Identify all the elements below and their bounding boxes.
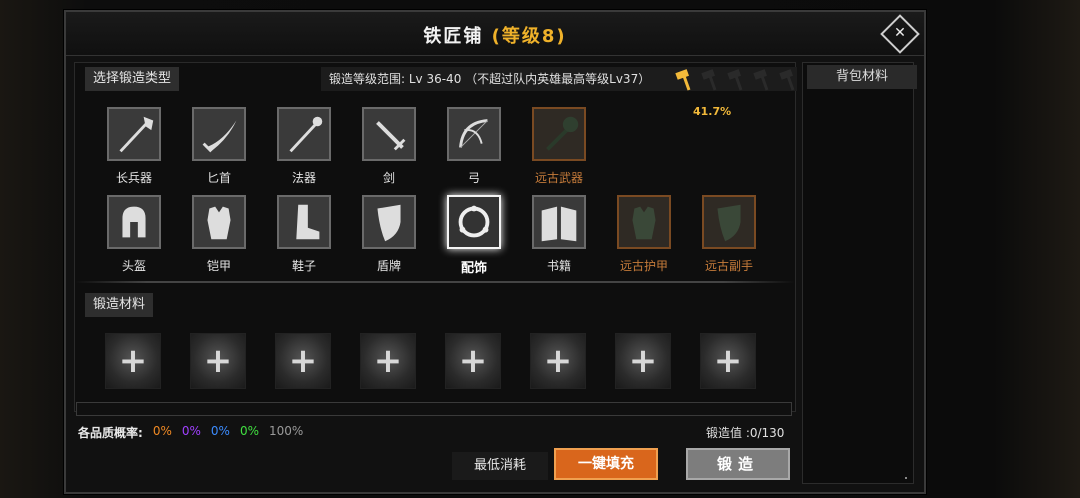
type-label: 远古武器 — [534, 171, 583, 185]
material-slot[interactable]: + — [275, 333, 331, 389]
type-label: 长兵器 — [115, 171, 152, 185]
type-tab-label: 选择锻造类型 — [85, 67, 180, 91]
type-label: 远古护甲 — [619, 259, 668, 273]
blacksmith-window: 铁匠铺 (等级8) ✕ 选择锻造类型 锻造等级范围: Lv 36-40 （不超过… — [64, 10, 926, 494]
armor-icon — [207, 206, 231, 240]
shield-icon — [377, 204, 401, 242]
type-slot-armor[interactable] — [617, 195, 671, 249]
book-icon — [541, 206, 577, 242]
window-title: 铁匠铺 (等级8) — [66, 22, 924, 48]
type-label: 盾牌 — [376, 259, 401, 273]
section-divider — [75, 281, 795, 283]
sword-icon — [376, 121, 406, 151]
type-slot-shield[interactable] — [362, 195, 416, 249]
type-slot-staff[interactable] — [277, 107, 331, 161]
min-cost-button[interactable]: 最低消耗 — [452, 452, 548, 480]
auto-fill-button[interactable]: 一键填充 — [554, 448, 658, 480]
helmet-icon — [122, 206, 146, 238]
type-slot-book[interactable] — [532, 195, 586, 249]
armor-icon — [632, 206, 656, 240]
forge-level-hammers — [673, 68, 801, 92]
material-slot[interactable]: + — [360, 333, 416, 389]
forge-panel: 选择锻造类型 锻造等级范围: Lv 36-40 （不超过队内英雄最高等级Lv37… — [74, 62, 797, 412]
plus-icon: + — [373, 341, 403, 381]
type-label: 鞋子 — [291, 259, 316, 273]
type-label: 匕首 — [206, 171, 231, 185]
type-slot-boots[interactable] — [277, 195, 331, 249]
material-slot[interactable]: + — [445, 333, 501, 389]
staff-icon — [289, 116, 323, 153]
plus-icon: + — [118, 341, 148, 381]
material-slot[interactable]: + — [105, 333, 161, 389]
material-slot[interactable]: + — [190, 333, 246, 389]
quality-probability: 各品质概率: 0% 0% 0% 0% 100% — [78, 424, 303, 441]
type-label: 弓 — [467, 171, 480, 185]
plus-icon: + — [203, 341, 233, 381]
title-main: 铁匠铺 — [423, 26, 484, 47]
type-slot-bow[interactable] — [447, 107, 501, 161]
plus-icon: + — [458, 341, 488, 381]
forge-range-bar: 锻造等级范围: Lv 36-40 （不超过队内英雄最高等级Lv37） — [321, 67, 797, 91]
type-slot-ring[interactable] — [447, 195, 501, 249]
type-label: 剑 — [382, 171, 395, 185]
material-slot[interactable]: + — [530, 333, 586, 389]
forge-progress-bar — [76, 402, 792, 416]
type-slot-helmet[interactable] — [107, 195, 161, 249]
quality-rate: 0% — [239, 424, 259, 438]
type-label: 头盔 — [121, 259, 146, 273]
quality-rates: 0% 0% 0% 0% 100% — [153, 424, 304, 441]
plus-icon: + — [543, 341, 573, 381]
hammer-icon — [673, 68, 697, 92]
plus-icon: + — [288, 341, 318, 381]
type-slot-shield[interactable] — [702, 195, 756, 249]
quality-rate: 0% — [210, 424, 230, 438]
boots-icon — [296, 204, 320, 240]
type-label: 远古副手 — [704, 259, 753, 273]
forge-button[interactable]: 锻造 — [686, 448, 790, 480]
forge-range-text: 锻造等级范围: Lv 36-40 （不超过队内英雄最高等级Lv37） — [329, 72, 651, 86]
dagger-icon — [202, 120, 237, 153]
quality-rate: 100% — [269, 424, 304, 438]
title-bar: 铁匠铺 (等级8) ✕ — [66, 12, 924, 56]
close-icon: ✕ — [894, 25, 906, 41]
plus-icon: + — [713, 341, 743, 381]
polearm-icon — [119, 116, 154, 153]
material-slot[interactable]: + — [700, 333, 756, 389]
type-label: 配饰 — [460, 261, 487, 276]
quality-rate: 0% — [181, 424, 201, 438]
bow-icon — [459, 119, 488, 148]
type-slot-armor[interactable] — [192, 195, 246, 249]
backpack-panel: 背包材料 — [802, 62, 917, 484]
hammer-icon — [725, 68, 749, 92]
quality-rate: 0% — [152, 424, 172, 438]
type-label: 铠甲 — [206, 259, 231, 273]
backpack-tab-label: 背包材料 — [807, 65, 917, 89]
type-slot-polearm[interactable] — [107, 107, 161, 161]
scroll-indicator — [905, 477, 907, 479]
materials-tab-label: 锻造材料 — [85, 293, 154, 317]
title-level: (等级8) — [491, 26, 567, 47]
material-slot[interactable]: + — [615, 333, 671, 389]
type-slot-sword[interactable] — [362, 107, 416, 161]
hammer-icon — [699, 68, 723, 92]
hammer-icon — [751, 68, 775, 92]
quality-label: 各品质概率: — [78, 426, 143, 440]
forge-progress-percent: 41.7% — [693, 105, 732, 118]
mace-icon — [546, 116, 579, 151]
type-label: 法器 — [291, 171, 316, 185]
plus-icon: + — [628, 341, 658, 381]
ring-icon — [458, 205, 490, 238]
type-slot-dagger[interactable] — [192, 107, 246, 161]
hammer-icon — [777, 68, 801, 92]
type-slot-mace[interactable] — [532, 107, 586, 161]
shield-icon — [717, 204, 741, 242]
forge-value: 锻造值 :0/130 — [706, 426, 785, 440]
type-label: 书籍 — [546, 259, 571, 273]
